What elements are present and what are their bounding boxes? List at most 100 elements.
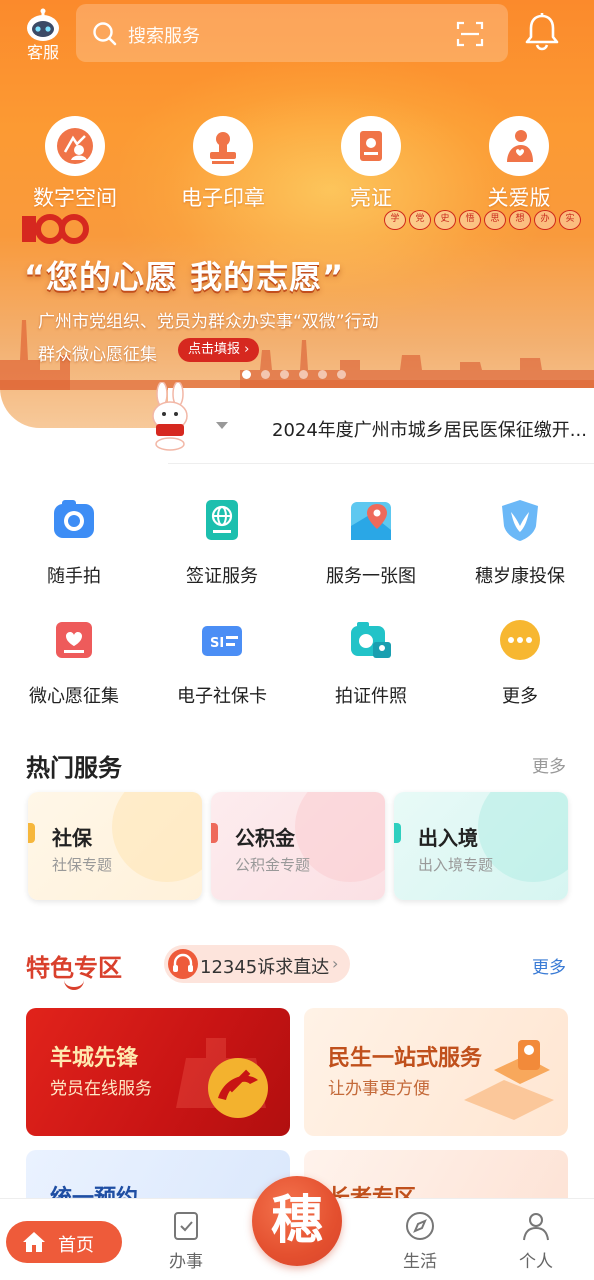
service-item-snapshot[interactable]: 随手拍 — [0, 496, 148, 588]
hot-card-subtitle: 出入境专题 — [418, 856, 494, 874]
card-accent-bar — [28, 823, 35, 843]
search-bar[interactable]: 搜索服务 — [76, 4, 508, 62]
service-item-map[interactable]: 服务一张图 — [297, 496, 445, 588]
tab-home[interactable]: 首页 — [6, 1221, 122, 1263]
hot-card-housing-fund[interactable]: 公积金 公积金专题 — [211, 792, 385, 900]
promo-title: 民生一站式服务 — [328, 1046, 483, 1071]
center-action-button[interactable]: 穗 — [252, 1176, 342, 1266]
card-accent-bar — [211, 823, 218, 843]
notice-bar[interactable]: 2024年度广州市城乡居民医保征缴开... — [0, 382, 594, 464]
title-underline-decoration — [64, 980, 84, 990]
hot-services-title: 热门服务 — [26, 754, 122, 782]
card-decoration — [112, 792, 202, 882]
hot-card-subtitle: 公积金专题 — [235, 856, 311, 874]
svg-text:SI: SI — [210, 636, 224, 651]
service-item-social-card[interactable]: SI 电子社保卡 — [148, 616, 296, 708]
quick-link-stamp[interactable]: 电子印章 — [168, 116, 278, 212]
seal: 思 — [484, 210, 506, 230]
tab-life-label: 生活 — [403, 1252, 437, 1272]
quick-link-label: 关爱版 — [487, 186, 551, 210]
service-item-more[interactable]: 更多 — [446, 616, 594, 708]
promo-subtitle: 让办事更方便 — [328, 1079, 430, 1099]
banner-seals: 学 党 史 悟 思 想 办 实 — [384, 210, 581, 230]
special-zone-title: 特色专区 — [26, 954, 122, 982]
center-action-logo: 穗 — [270, 1191, 323, 1251]
insurance-icon — [496, 496, 544, 544]
person-icon — [523, 1213, 549, 1241]
seal: 实 — [559, 210, 581, 230]
id-photo-icon — [347, 616, 395, 664]
promo-card-livelihood[interactable]: 民生一站式服务 让办事更方便 — [304, 1008, 568, 1136]
hot-card-title: 社保 — [52, 826, 92, 850]
quick-link-label: 亮证 — [350, 186, 392, 210]
card-accent-bar — [394, 823, 401, 843]
search-placeholder: 搜索服务 — [128, 26, 200, 47]
scan-icon[interactable] — [456, 20, 484, 48]
promo-card-pioneer[interactable]: 羊城先锋 党员在线服务 — [26, 1008, 290, 1136]
certificate-icon — [341, 116, 401, 176]
service-item-id-photo[interactable]: 拍证件照 — [297, 616, 445, 708]
tab-profile[interactable]: 个人 — [496, 1211, 576, 1272]
service-label: 随手拍 — [47, 566, 101, 587]
service-label: 电子社保卡 — [177, 686, 267, 707]
seal: 想 — [509, 210, 531, 230]
banner-fill-label: 点击填报 — [188, 342, 241, 357]
carousel-dot[interactable] — [318, 370, 327, 379]
promo-subtitle: 党员在线服务 — [50, 1079, 152, 1099]
social-card-icon: SI — [198, 616, 246, 664]
quick-link-care[interactable]: 关爱版 — [464, 116, 574, 212]
stamp-icon — [193, 116, 253, 176]
banner-fill-button[interactable]: 点击填报 › — [178, 338, 260, 362]
chevron-down-icon[interactable] — [216, 422, 228, 429]
service-label: 签证服务 — [186, 566, 258, 587]
wish-icon — [50, 616, 98, 664]
service-label: 更多 — [502, 686, 538, 707]
quick-link-certificate[interactable]: 亮证 — [316, 116, 426, 212]
notice-text[interactable]: 2024年度广州市城乡居民医保征缴开... — [272, 416, 588, 442]
seal: 悟 — [459, 210, 481, 230]
carousel-dot[interactable] — [337, 370, 346, 379]
hotline-label: 12345诉求直达 — [200, 957, 330, 978]
home-icon — [23, 1232, 45, 1252]
chevron-right-icon: › — [332, 954, 339, 973]
customer-service-button[interactable]: 客服 — [20, 8, 66, 62]
more-icon — [496, 616, 544, 664]
tab-life[interactable]: 生活 — [380, 1211, 460, 1272]
carousel-dot[interactable] — [280, 370, 289, 379]
service-item-wish[interactable]: 微心愿征集 — [0, 616, 148, 708]
hot-card-title: 出入境 — [418, 826, 478, 850]
camera-icon — [50, 496, 98, 544]
care-icon — [489, 116, 549, 176]
seal: 学 — [384, 210, 406, 230]
quick-links: 数字空间 电子印章 亮证 关爱版 — [0, 116, 594, 216]
service-item-insurance[interactable]: 穗岁康投保 — [446, 496, 594, 588]
party-emblem-icon — [176, 1038, 268, 1118]
bell-icon[interactable] — [524, 12, 560, 52]
city-blocks-illustration — [464, 1040, 554, 1120]
hot-card-immigration[interactable]: 出入境 出入境专题 — [394, 792, 568, 900]
service-item-visa[interactable]: 签证服务 — [148, 496, 296, 588]
tab-tasks[interactable]: 办事 — [146, 1211, 226, 1272]
promo-title: 羊城先锋 — [50, 1046, 139, 1071]
party-100-logo — [22, 214, 89, 244]
quick-link-digital-space[interactable]: 数字空间 — [20, 116, 130, 212]
visa-icon — [198, 496, 246, 544]
seal: 党 — [409, 210, 431, 230]
carousel-dot[interactable] — [299, 370, 308, 379]
seal: 史 — [434, 210, 456, 230]
special-zone-more-link[interactable]: 更多 — [532, 953, 566, 978]
carousel-dot[interactable] — [261, 370, 270, 379]
tab-tasks-label: 办事 — [169, 1252, 203, 1272]
digital-space-icon — [45, 116, 105, 176]
banner-subtitle-2: 群众微心愿征集 — [38, 345, 157, 365]
map-icon — [347, 496, 395, 544]
hot-card-social-security[interactable]: 社保 社保专题 — [28, 792, 202, 900]
hot-services-more-link[interactable]: 更多 — [532, 752, 566, 777]
carousel-dot[interactable] — [242, 370, 251, 379]
service-label: 服务一张图 — [326, 566, 416, 587]
search-icon — [93, 22, 117, 46]
checklist-icon — [174, 1212, 198, 1240]
hotline-12345-button[interactable]: 12345诉求直达 › — [164, 945, 350, 983]
hot-card-title: 公积金 — [235, 826, 295, 850]
hero-banner: 客服 搜索服务 数字空间 电子印章 亮证 关爱版 学 党 史 悟 思 想 办 实… — [0, 0, 594, 428]
